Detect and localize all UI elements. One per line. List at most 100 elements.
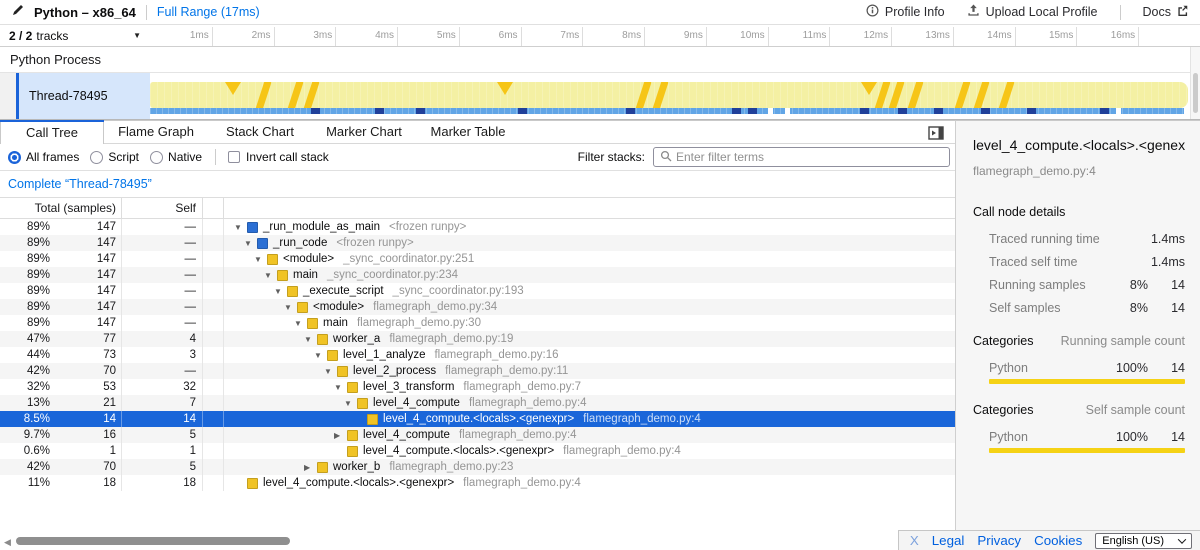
- category-square-icon: [347, 446, 358, 457]
- function-name: level_4_compute.<locals>.<genexpr>: [263, 477, 454, 489]
- footer-link-cookies[interactable]: Cookies: [1034, 533, 1082, 548]
- tree-row[interactable]: 9.7%165▶level_4_computeflamegraph_demo.p…: [0, 427, 955, 443]
- column-self[interactable]: Self: [122, 198, 203, 218]
- language-select[interactable]: English (US): [1095, 533, 1192, 549]
- process-track-header[interactable]: Python Process: [0, 47, 1200, 73]
- radio-script[interactable]: Script: [90, 150, 139, 164]
- expander-expanded-icon[interactable]: ▼: [344, 399, 357, 408]
- row-tree-cell: ▼mainflamegraph_demo.py:30: [224, 315, 955, 331]
- invert-label: Invert call stack: [246, 150, 329, 164]
- tabbar-filler: [520, 121, 955, 144]
- categories-header: Categories: [973, 334, 1033, 348]
- thread-label[interactable]: Thread-78495: [19, 73, 150, 119]
- tab-marker-table[interactable]: Marker Table: [416, 121, 520, 144]
- function-name: level_4_compute.<locals>.<genexpr>: [363, 445, 554, 457]
- full-range-button[interactable]: Full Range (17ms): [157, 5, 260, 19]
- expander-expanded-icon[interactable]: ▼: [254, 255, 267, 264]
- row-total-percent: 9.7%: [0, 427, 55, 443]
- horizontal-scrollbar-thumb[interactable]: [16, 537, 290, 545]
- expander-collapsed-icon[interactable]: ▶: [304, 463, 317, 472]
- categories-self: Categories Self sample count Python 100%…: [973, 403, 1185, 453]
- expander-expanded-icon[interactable]: ▼: [324, 367, 337, 376]
- profile-name[interactable]: Python – x86_64: [34, 5, 136, 20]
- tree-row[interactable]: 44%733▼level_1_analyzeflamegraph_demo.py…: [0, 347, 955, 363]
- ruler-tick: 9ms: [706, 27, 707, 46]
- thread-track[interactable]: Thread-78495: [0, 73, 1200, 119]
- scroll-left-icon[interactable]: ◀: [4, 537, 11, 548]
- sidebar-toggle-icon[interactable]: [928, 125, 944, 140]
- track-marker-slash: [998, 82, 1015, 108]
- filter-stacks-input[interactable]: [676, 150, 943, 164]
- expander-expanded-icon[interactable]: ▼: [264, 271, 277, 280]
- tree-row[interactable]: 0.6%11level_4_compute.<locals>.<genexpr>…: [0, 443, 955, 459]
- tree-row[interactable]: 89%147—▼mainflamegraph_demo.py:30: [0, 315, 955, 331]
- row-total-count: 147: [55, 283, 122, 299]
- track-gutter: [0, 73, 16, 119]
- row-total-count: 77: [55, 331, 122, 347]
- vertical-scrollbar-thumb[interactable]: [1193, 73, 1198, 113]
- footer-link-privacy[interactable]: Privacy: [977, 533, 1021, 548]
- tracks-count: 2 / 2: [9, 29, 32, 43]
- tree-row[interactable]: 89%147—▼_run_code<frozen runpy>: [0, 235, 955, 251]
- tree-row[interactable]: 13%217▼level_4_computeflamegraph_demo.py…: [0, 395, 955, 411]
- expander-expanded-icon[interactable]: ▼: [274, 287, 287, 296]
- upload-profile-button[interactable]: Upload Local Profile: [967, 4, 1098, 20]
- samples-strip[interactable]: [150, 108, 1184, 114]
- row-self: —: [122, 251, 203, 267]
- tree-row[interactable]: 11%1818level_4_compute.<locals>.<genexpr…: [0, 475, 955, 491]
- tab-call-tree[interactable]: Call Tree: [0, 121, 104, 144]
- tree-row[interactable]: 89%147—▼_run_module_as_main<frozen runpy…: [0, 219, 955, 235]
- row-icon-cell: [203, 267, 224, 283]
- expander-expanded-icon[interactable]: ▼: [284, 303, 297, 312]
- tracks-vertical-scrollbar[interactable]: [1190, 47, 1200, 119]
- activity-band[interactable]: [150, 82, 1188, 108]
- tree-row[interactable]: 89%147—▼<module>flamegraph_demo.py:34: [0, 299, 955, 315]
- track-marker-slash: [255, 82, 272, 108]
- tab-flame-graph[interactable]: Flame Graph: [104, 121, 208, 144]
- detail-value: 14: [1148, 301, 1185, 315]
- row-total-percent: 89%: [0, 315, 55, 331]
- footer-link-legal[interactable]: Legal: [932, 533, 965, 548]
- tree-row[interactable]: 89%147—▼<module>_sync_coordinator.py:251: [0, 251, 955, 267]
- profile-info-button[interactable]: Profile Info: [866, 4, 945, 20]
- tree-row[interactable]: 89%147—▼_execute_script_sync_coordinator…: [0, 283, 955, 299]
- indent-spacer: [234, 323, 294, 324]
- row-tree-cell: level_4_compute.<locals>.<genexpr>flameg…: [224, 411, 955, 427]
- footer-close-button[interactable]: X: [910, 533, 919, 548]
- row-self: —: [122, 219, 203, 235]
- radio-native[interactable]: Native: [150, 150, 202, 164]
- expander-expanded-icon[interactable]: ▼: [304, 335, 317, 344]
- edit-profile-name-icon[interactable]: [12, 3, 24, 21]
- expander-expanded-icon[interactable]: ▼: [314, 351, 327, 360]
- tab-marker-chart[interactable]: Marker Chart: [312, 121, 416, 144]
- expander-expanded-icon[interactable]: ▼: [334, 383, 347, 392]
- row-self: —: [122, 267, 203, 283]
- tree-row[interactable]: 89%147—▼main_sync_coordinator.py:234: [0, 267, 955, 283]
- horizontal-scrollbar[interactable]: ◀: [0, 536, 955, 547]
- column-total-samples[interactable]: Total (samples): [0, 198, 122, 218]
- expander-collapsed-icon[interactable]: ▶: [334, 431, 347, 440]
- tree-row[interactable]: 42%705▶worker_bflamegraph_demo.py:23: [0, 459, 955, 475]
- invert-call-stack-checkbox[interactable]: Invert call stack: [228, 150, 329, 164]
- indent-spacer: [234, 387, 334, 388]
- category-pct: 100%: [1102, 430, 1148, 444]
- expander-expanded-icon[interactable]: ▼: [244, 239, 257, 248]
- tree-row[interactable]: 32%5332▼level_3_transformflamegraph_demo…: [0, 379, 955, 395]
- docs-button[interactable]: Docs: [1143, 5, 1188, 19]
- ruler-tick: 1ms: [212, 27, 213, 46]
- tab-stack-chart[interactable]: Stack Chart: [208, 121, 312, 144]
- expander-expanded-icon[interactable]: ▼: [234, 223, 247, 232]
- tree-row[interactable]: 47%774▼worker_aflamegraph_demo.py:19: [0, 331, 955, 347]
- tree-row[interactable]: 42%70—▼level_2_processflamegraph_demo.py…: [0, 363, 955, 379]
- tracks-dropdown-button[interactable]: 2 / 2 tracks ▼: [0, 25, 150, 46]
- tree-row[interactable]: 8.5%1414level_4_compute.<locals>.<genexp…: [0, 411, 955, 427]
- expander-expanded-icon[interactable]: ▼: [294, 319, 307, 328]
- radio-all-frames[interactable]: All frames: [8, 150, 79, 164]
- breadcrumb-complete-thread[interactable]: Complete “Thread-78495”: [8, 177, 152, 191]
- row-tree-cell: ▼_execute_script_sync_coordinator.py:193: [224, 283, 955, 299]
- thread-activity-graph[interactable]: [150, 73, 1190, 119]
- detail-label: Running samples: [989, 278, 1102, 292]
- category-value: 14: [1148, 361, 1185, 375]
- row-tree-cell: ▼level_2_processflamegraph_demo.py:11: [224, 363, 955, 379]
- detail-row: Traced self time 1.4ms: [989, 255, 1185, 269]
